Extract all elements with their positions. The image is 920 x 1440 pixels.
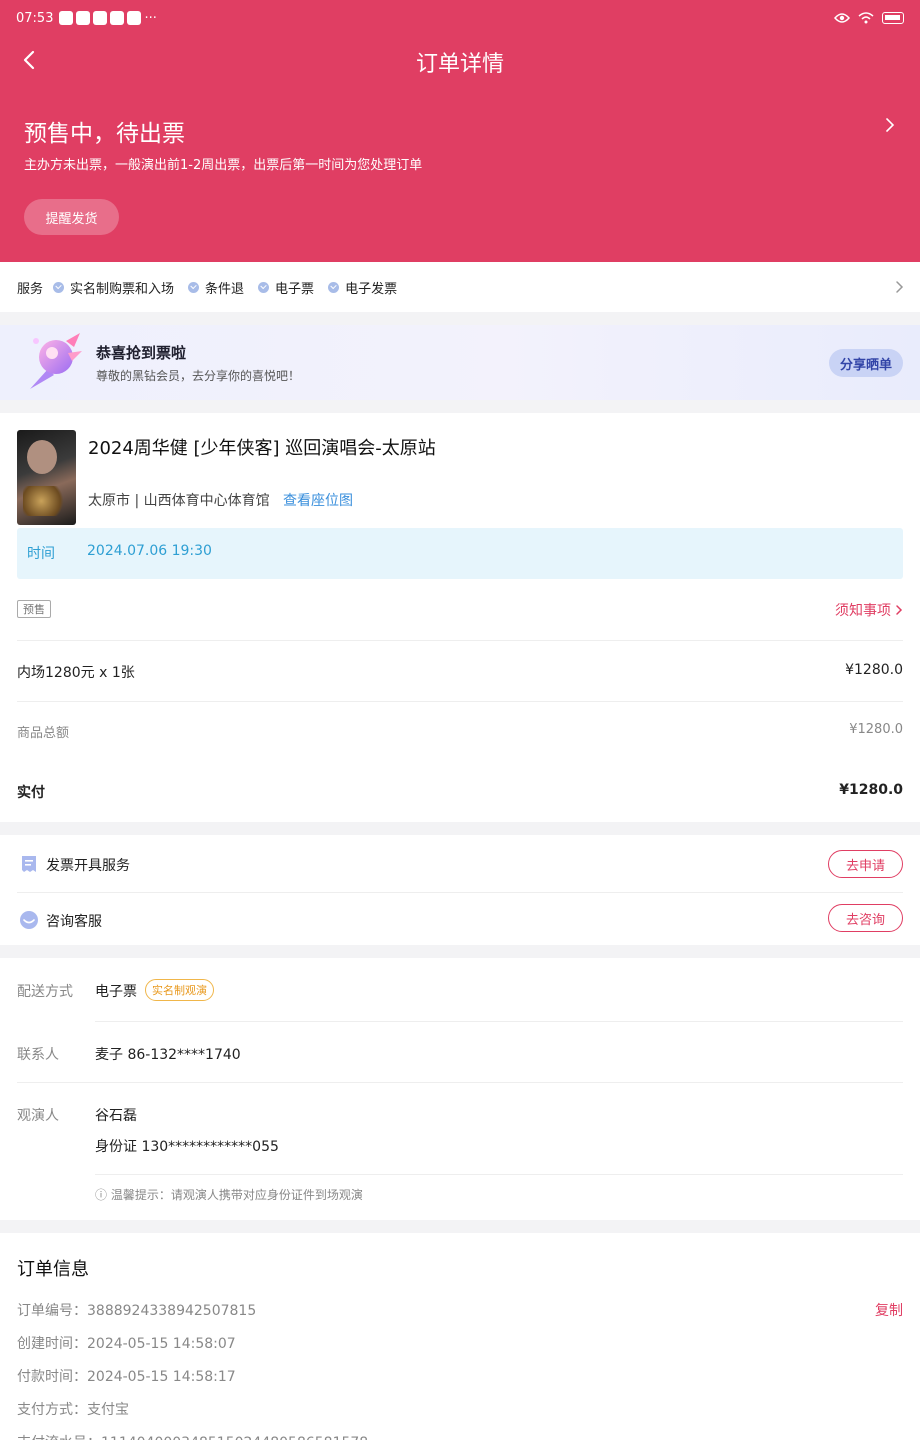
order-number: 订单编号：3888924338942507815 (17, 1303, 257, 1319)
check-icon (258, 281, 270, 293)
divider (95, 1174, 903, 1175)
app-notification-icon (110, 11, 125, 25)
contact-value: 麦子 86-132****1740 (95, 1047, 241, 1063)
venue-text: 太原市 | 山西体育中心体育馆 (88, 493, 270, 509)
paid-time: 付款时间：2024-05-15 14:58:17 (17, 1369, 236, 1385)
services-label: 服务 (17, 281, 44, 297)
ticket-description: 内场1280元 x 1张 (17, 665, 135, 681)
presale-tag: 预售 (17, 600, 51, 618)
service-rows-card (0, 835, 920, 945)
payment-serial: 支付流水号：111404000348515024480586581578 (17, 1432, 368, 1440)
chevron-right-icon[interactable] (894, 279, 904, 295)
show-title[interactable]: 2024周华健 [少年侠客] 巡回演唱会-太原站 (88, 434, 436, 460)
battery-icon (882, 12, 904, 24)
divider (17, 1082, 903, 1083)
service-item: 电子票 (258, 278, 314, 297)
attendee-id: 身份证 130************055 (95, 1139, 279, 1155)
delivery-method-label: 配送方式 (17, 984, 73, 1000)
app-notification-icon (93, 11, 108, 25)
customer-service-label: 咨询客服 (46, 914, 102, 930)
service-item: 实名制购票和入场 (53, 278, 174, 297)
wifi-icon (858, 12, 874, 24)
remind-ship-button[interactable]: 提醒发货 (24, 199, 119, 235)
check-icon (188, 281, 200, 293)
realname-tag: 实名制观演 (145, 979, 214, 1001)
service-item: 条件退 (188, 278, 244, 297)
chevron-right-icon (896, 605, 903, 615)
seat-map-link[interactable]: 查看座位图 (283, 490, 353, 510)
order-info-title: 订单信息 (17, 1259, 89, 1280)
service-guarantees-row[interactable]: 服务 实名制购票和入场 条件退 电子票 电子发票 (0, 262, 920, 312)
order-card (0, 413, 920, 822)
created-time: 创建时间：2024-05-15 14:58:07 (17, 1336, 236, 1352)
wechat-icon (59, 11, 74, 25)
divider (17, 640, 903, 641)
share-order-button[interactable]: 分享晒单 (829, 349, 903, 377)
subtotal-value: ¥1280.0 (849, 722, 903, 737)
more-notifications: ··· (144, 10, 157, 26)
congrats-banner: 恭喜抢到票啦 尊敬的黑钻会员，去分享你的喜悦吧！ 分享晒单 (0, 325, 920, 400)
delivery-card (0, 958, 920, 1220)
invoice-service-label: 发票开具服务 (46, 858, 130, 874)
contact-label: 联系人 (17, 1047, 59, 1063)
check-icon (328, 281, 340, 293)
payment-method: 支付方式：支付宝 (17, 1402, 129, 1418)
order-status-header: 07:53 ··· 订单详情 预售中，待出票 主办方未出票，一般演出前1-2周出… (0, 0, 920, 262)
eye-icon (834, 13, 850, 23)
time-value: 2024.07.06 19:30 (87, 543, 212, 559)
divider (17, 701, 903, 702)
attendee-tip: ⓘ 温馨提示：请观演人携带对应身份证件到场观演 (95, 1188, 363, 1202)
consult-button[interactable]: 去咨询 (828, 904, 903, 932)
app-notification-icon (127, 11, 142, 25)
delivery-method-value: 电子票 (95, 984, 137, 1000)
lightstick-trophy-icon (30, 333, 82, 389)
paid-value: ¥1280.0 (839, 782, 903, 798)
paid-label: 实付 (17, 785, 45, 801)
chevron-right-icon[interactable] (882, 115, 898, 135)
page-title: 订单详情 (415, 52, 504, 77)
apply-invoice-button[interactable]: 去申请 (828, 850, 903, 878)
app-notification-icon (76, 11, 91, 25)
copy-order-number-button[interactable]: 复制 (875, 1300, 903, 1320)
divider (95, 1021, 903, 1022)
notice-link[interactable]: 须知事项 (835, 600, 903, 620)
subtotal-label: 商品总额 (17, 726, 70, 741)
order-status-title[interactable]: 预售中，待出票 (24, 114, 185, 148)
divider (17, 892, 903, 893)
time-label: 时间 (27, 546, 55, 562)
invoice-icon (22, 856, 36, 872)
attendee-name: 谷石磊 (95, 1108, 137, 1124)
check-icon (53, 281, 65, 293)
banner-subtitle: 尊敬的黑钻会员，去分享你的喜悦吧！ (96, 369, 301, 383)
banner-title: 恭喜抢到票啦 (96, 344, 187, 362)
notification-icons: ··· (59, 10, 157, 26)
show-poster-image[interactable] (17, 430, 76, 525)
service-item: 电子发票 (328, 278, 397, 297)
status-time: 07:53 (16, 10, 54, 26)
attendee-label: 观演人 (17, 1108, 59, 1124)
customer-service-icon (20, 911, 38, 929)
status-bar: 07:53 ··· (16, 8, 904, 28)
ticket-price: ¥1280.0 (845, 662, 903, 678)
order-status-description: 主办方未出票，一般演出前1-2周出票，出票后第一时间为您处理订单 (24, 158, 423, 173)
